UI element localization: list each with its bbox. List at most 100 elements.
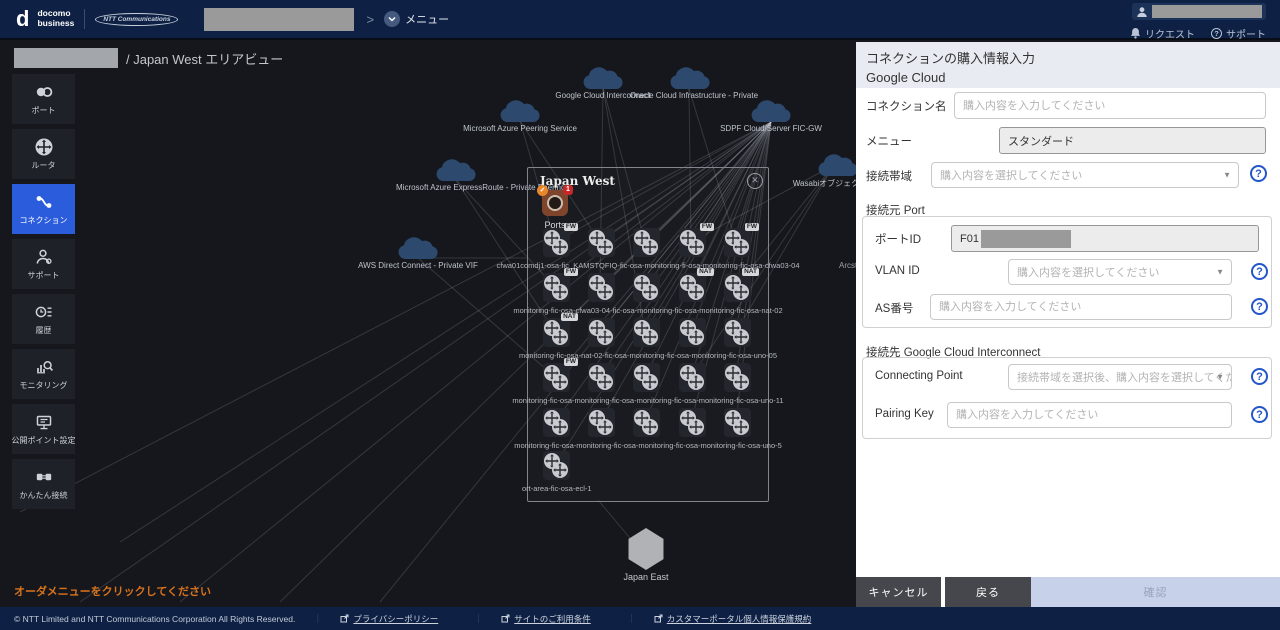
cloud-icon	[583, 67, 623, 89]
sidebar-item-public-point[interactable]: 公開ポイント設定	[12, 404, 76, 454]
cloud-wasabi[interactable]: Wasabiオブジェクトスト	[778, 151, 856, 189]
network-node[interactable]: FW	[543, 358, 578, 392]
menu-button[interactable]: メニュー	[384, 11, 449, 27]
connection-name-input[interactable]	[954, 92, 1266, 119]
close-icon[interactable]: ✕	[747, 173, 763, 189]
ports-node[interactable]: ✓ 1	[537, 185, 573, 216]
connecting-point-select[interactable]: 接続帯域を選択後、購入内容を選択してくだ ▼	[1008, 364, 1232, 390]
bandwidth-label: 接続帯域	[866, 171, 912, 183]
easy-connect-icon	[36, 473, 51, 481]
sidebar-item-port[interactable]: ポート	[12, 74, 75, 124]
terms-link[interactable]: サイトのご利用条件	[501, 613, 591, 625]
as-number-input[interactable]	[930, 294, 1232, 320]
header-right: リクエスト ? サポート	[1130, 3, 1266, 41]
personal-info-link[interactable]: カスタマーポータル個人情報保護規約	[654, 613, 811, 625]
region-title: Japan West	[540, 174, 615, 188]
cloud-azure-expressroute[interactable]: Microsoft Azure ExpressRoute - Private P…	[396, 156, 565, 192]
port-id-label: ポートID	[875, 234, 921, 246]
port-id-value: F01	[951, 225, 1259, 252]
brand-divider	[84, 9, 86, 29]
node-badge: FW	[699, 223, 714, 231]
cloud-icon	[398, 237, 438, 259]
app-header: d docomo business NTT Communications > メ…	[0, 0, 1280, 41]
network-node[interactable]	[724, 408, 751, 437]
support-link[interactable]: ? サポート	[1211, 26, 1266, 41]
public-point-icon	[36, 415, 51, 430]
sidebar-item-history[interactable]: 履歴	[12, 294, 75, 344]
redacted-port-id	[980, 229, 1071, 248]
connecting-point-help-icon[interactable]: ?	[1251, 368, 1268, 385]
network-node[interactable]	[588, 408, 615, 437]
dest-section: Connecting Point 接続帯域を選択後、購入内容を選択してくだ ▼ …	[862, 357, 1272, 439]
network-node[interactable]	[633, 318, 660, 347]
network-node[interactable]	[679, 363, 706, 392]
vlan-id-label: VLAN ID	[875, 265, 920, 277]
node-badge: NAT	[561, 313, 578, 321]
network-node[interactable]	[588, 318, 615, 347]
sidebar-item-connection[interactable]: コネクション	[12, 184, 75, 234]
sidebar-item-router[interactable]: ルータ	[12, 129, 75, 179]
request-link[interactable]: リクエスト	[1130, 26, 1195, 41]
app-footer: © NTT Limited and NTT Communications Cor…	[0, 607, 1280, 630]
network-node[interactable]	[588, 363, 615, 392]
network-node[interactable]: FW	[679, 223, 714, 257]
vlan-id-help-icon[interactable]: ?	[1251, 263, 1268, 280]
panel-buttons: キャンセル 戻る 確認	[856, 577, 1280, 607]
cloud-azure-peering[interactable]: Microsoft Azure Peering Service	[460, 97, 580, 133]
external-link-icon	[340, 614, 349, 623]
back-button[interactable]: 戻る	[945, 577, 1031, 607]
privacy-policy-link[interactable]: プライバシーポリシー	[340, 613, 438, 625]
japan-east-label: Japan East	[623, 572, 669, 582]
network-node[interactable]	[543, 451, 570, 480]
network-node[interactable]	[633, 408, 660, 437]
panel-title: コネクションの購入情報入力	[866, 51, 1036, 66]
network-node[interactable]	[588, 273, 615, 302]
chevron-down-icon	[384, 11, 401, 27]
sidebar-item-monitoring[interactable]: モニタリング	[12, 349, 75, 399]
sidebar-item-support[interactable]: サポート	[12, 239, 75, 289]
sidebar-item-easy-connect[interactable]: かんたん接続	[12, 459, 75, 509]
confirm-button[interactable]: 確認	[1031, 577, 1280, 607]
partial-label-arcstar: Arcsta	[839, 261, 856, 270]
support-label: サポート	[1226, 29, 1266, 41]
network-node[interactable]	[679, 318, 706, 347]
connecting-point-label: Connecting Point	[875, 370, 963, 382]
as-number-label: AS番号	[875, 303, 914, 315]
network-node[interactable]	[633, 273, 660, 302]
bandwidth-select[interactable]: 購入内容を選択してください ▼	[931, 162, 1239, 188]
network-node[interactable]	[588, 228, 615, 257]
node-badge: FW	[563, 223, 578, 231]
pairing-key-input[interactable]	[947, 402, 1232, 428]
network-node[interactable]: NAT	[724, 268, 759, 302]
menu-field-value: スタンダード	[999, 127, 1266, 154]
network-node[interactable]	[724, 318, 751, 347]
port-lens-icon	[547, 195, 563, 211]
menu-label: メニュー	[405, 14, 450, 26]
network-node[interactable]: FW	[543, 268, 578, 302]
network-node[interactable]	[724, 363, 751, 392]
user-account[interactable]	[1132, 3, 1266, 20]
cloud-aws-direct-connect[interactable]: AWS Direct Connect - Private VIF	[358, 234, 478, 270]
as-number-help-icon[interactable]: ?	[1251, 298, 1268, 315]
bandwidth-help-icon[interactable]: ?	[1250, 165, 1267, 182]
docomo-d-glyph: d	[16, 6, 30, 31]
network-node[interactable]	[633, 363, 660, 392]
network-node[interactable]: FW	[543, 223, 578, 257]
network-node[interactable]: FW	[724, 223, 759, 257]
cloud-icon	[500, 100, 540, 122]
cloud-sdpf-ficgw[interactable]: SDPF Cloud/Server FIC-GW	[711, 97, 831, 133]
cloud-icon	[751, 100, 791, 122]
docomo-business-logo: d docomo business	[16, 6, 74, 31]
topology-canvas: / Japan West エリアビュー ポート ルータ コネクション サポート …	[0, 42, 856, 607]
network-node[interactable]	[543, 408, 570, 437]
cloud-oracle-private[interactable]: Oracle Cloud Infrastructure - Private	[630, 64, 758, 100]
connection-name-label: コネクション名	[866, 101, 947, 113]
pairing-key-help-icon[interactable]: ?	[1251, 406, 1268, 423]
cancel-button[interactable]: キャンセル	[856, 577, 941, 607]
network-node[interactable]	[679, 408, 706, 437]
vlan-id-select[interactable]: 購入内容を選択してください ▼	[1008, 259, 1232, 285]
network-node[interactable]: NAT	[543, 313, 578, 347]
router-icon	[35, 138, 52, 156]
network-node[interactable]: NAT	[679, 268, 714, 302]
network-node[interactable]	[633, 228, 660, 257]
